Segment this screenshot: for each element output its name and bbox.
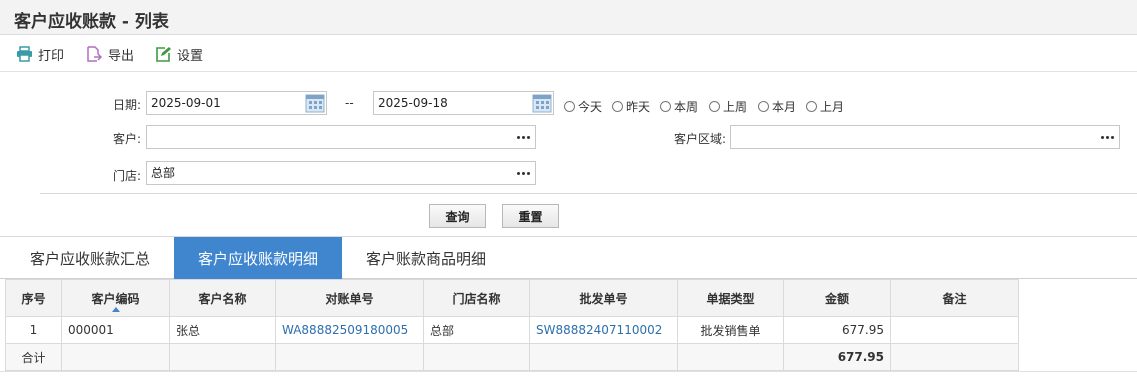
tab-goods-detail[interactable]: 客户账款商品明细 bbox=[346, 237, 506, 279]
region-picker-button[interactable] bbox=[1096, 125, 1120, 149]
radio-last-month[interactable]: 上月 bbox=[806, 98, 844, 115]
print-label: 打印 bbox=[38, 48, 65, 64]
calendar-icon[interactable] bbox=[304, 92, 326, 114]
column-header-customer-name[interactable]: 客户名称 bbox=[169, 279, 276, 317]
tab-receivable-detail[interactable]: 客户应收账款明细 bbox=[174, 237, 342, 279]
column-header-store-name[interactable]: 门店名称 bbox=[423, 279, 530, 317]
date-label: 日期: bbox=[112, 98, 141, 112]
radio-last-week[interactable]: 上周 bbox=[709, 98, 747, 115]
reset-button[interactable]: 重置 bbox=[502, 204, 559, 228]
cell-customer-name: 张总 bbox=[169, 316, 276, 344]
printer-icon bbox=[17, 46, 32, 62]
total-amount: 677.95 bbox=[783, 343, 891, 371]
table-total-row: 合计 677.95 bbox=[5, 343, 1019, 371]
radio-circle-icon bbox=[758, 101, 769, 112]
store-picker-button[interactable] bbox=[512, 161, 536, 185]
region-input[interactable] bbox=[730, 125, 1097, 149]
settings-label: 设置 bbox=[177, 48, 204, 64]
toolbar: 打印 导出 设置 bbox=[0, 35, 1137, 72]
customer-input[interactable] bbox=[146, 125, 513, 149]
export-label: 导出 bbox=[108, 48, 135, 64]
column-header-doc-type[interactable]: 单据类型 bbox=[677, 279, 784, 317]
sort-ascending-icon bbox=[111, 307, 120, 312]
customer-picker-button[interactable] bbox=[512, 125, 536, 149]
date-to-input[interactable]: 2025-09-18 bbox=[373, 91, 554, 115]
title-bar: 客户应收账款 - 列表 bbox=[0, 0, 1137, 35]
tab-bar: 客户应收账款汇总 客户应收账款明细 客户账款商品明细 bbox=[0, 237, 1137, 279]
radio-circle-icon bbox=[612, 101, 623, 112]
date-separator: -- bbox=[345, 96, 354, 110]
cell-index: 1 bbox=[5, 316, 62, 344]
settings-button[interactable]: 设置 bbox=[155, 44, 203, 64]
column-header-amount[interactable]: 金额 bbox=[783, 279, 891, 317]
radio-circle-icon bbox=[806, 101, 817, 112]
table-row[interactable]: 1 000001 张总 WA88882509180005 总部 SW888824… bbox=[5, 316, 1019, 344]
store-label: 门店: bbox=[112, 169, 141, 183]
region-label: 客户区域: bbox=[673, 132, 726, 146]
date-from-input[interactable]: 2025-09-01 bbox=[146, 91, 327, 115]
export-icon bbox=[87, 46, 103, 62]
radio-circle-icon bbox=[564, 101, 575, 112]
column-header-wholesale-no[interactable]: 批发单号 bbox=[529, 279, 678, 317]
divider bbox=[40, 193, 1137, 194]
page-title: 客户应收账款 - 列表 bbox=[14, 12, 169, 32]
tab-receivable-summary[interactable]: 客户应收账款汇总 bbox=[10, 237, 170, 279]
detail-table: 序号 客户编码 客户名称 对账单号 门店名称 批发单号 单据类型 金额 备注 1… bbox=[5, 279, 1019, 371]
radio-circle-icon bbox=[709, 101, 720, 112]
table-header-row: 序号 客户编码 客户名称 对账单号 门店名称 批发单号 单据类型 金额 备注 bbox=[5, 279, 1019, 317]
total-label: 合计 bbox=[5, 343, 62, 371]
column-header-index[interactable]: 序号 bbox=[5, 279, 62, 317]
column-header-statement-no[interactable]: 对账单号 bbox=[275, 279, 424, 317]
cell-customer-code: 000001 bbox=[61, 316, 170, 344]
customer-label: 客户: bbox=[112, 132, 141, 146]
radio-yesterday[interactable]: 昨天 bbox=[612, 98, 650, 115]
wholesale-no-link[interactable]: SW88882407110002 bbox=[529, 316, 678, 344]
radio-circle-icon bbox=[660, 101, 671, 112]
cell-amount: 677.95 bbox=[783, 316, 891, 344]
radio-this-week[interactable]: 本周 bbox=[660, 98, 698, 115]
cell-store-name: 总部 bbox=[423, 316, 530, 344]
filter-form: 日期: 2025-09-01 -- 2025-09-18 今天 昨天 本周 上周… bbox=[0, 73, 1137, 237]
edit-settings-icon bbox=[156, 47, 171, 62]
cell-remark bbox=[890, 316, 1019, 344]
grid-bottom-border bbox=[0, 371, 1137, 372]
radio-this-month[interactable]: 本月 bbox=[758, 98, 796, 115]
print-button[interactable]: 打印 bbox=[16, 44, 64, 64]
export-button[interactable]: 导出 bbox=[86, 44, 134, 64]
statement-no-link[interactable]: WA88882509180005 bbox=[275, 316, 424, 344]
store-input[interactable]: 总部 bbox=[146, 161, 513, 185]
radio-today[interactable]: 今天 bbox=[564, 98, 602, 115]
calendar-icon[interactable] bbox=[531, 92, 553, 114]
cell-doc-type: 批发销售单 bbox=[677, 316, 784, 344]
column-header-customer-code[interactable]: 客户编码 bbox=[61, 279, 170, 317]
column-header-remark[interactable]: 备注 bbox=[890, 279, 1019, 317]
query-button[interactable]: 查询 bbox=[429, 204, 486, 228]
